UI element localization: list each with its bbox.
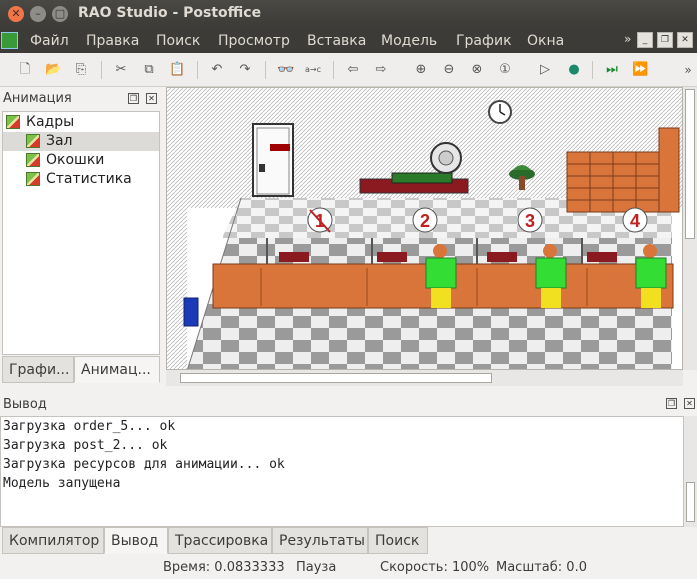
output-panel-title: Вывод: [3, 397, 47, 412]
close-window-button[interactable]: ✕: [8, 6, 24, 22]
output-log[interactable]: Загрузка order_5... ok Загрузка post_2..…: [0, 416, 684, 527]
menu-view[interactable]: Просмотр: [218, 33, 290, 49]
output-panel-close-button[interactable]: ✕: [684, 398, 695, 409]
menu-search[interactable]: Поиск: [156, 33, 200, 49]
animation-canvas[interactable]: 1 2 3 4: [166, 87, 683, 370]
frame-icon: [26, 172, 40, 186]
tab-animation[interactable]: Анимац...: [74, 356, 160, 383]
zoom-reset-icon[interactable]: ①: [497, 62, 513, 78]
tab-search[interactable]: Поиск: [368, 527, 428, 554]
mdi-close-button[interactable]: ✕: [677, 32, 693, 48]
toolbar-overflow-icon[interactable]: »: [680, 62, 696, 78]
output-line: Загрузка ресурсов для анимации... ok: [3, 457, 285, 472]
stop-icon[interactable]: ●: [566, 62, 582, 78]
svg-text:4: 4: [630, 211, 640, 231]
paste-icon[interactable]: 📋: [169, 62, 185, 78]
undo-icon[interactable]: ↶: [209, 62, 225, 78]
window-title: RAO Studio - Postoffice: [78, 5, 262, 21]
tab-results[interactable]: Результаты: [272, 527, 368, 554]
frame-icon: [26, 153, 40, 167]
status-speed: Скорость: 100%: [380, 560, 490, 575]
left-panel-tabs: Графи... Анимац...: [2, 356, 160, 384]
find-icon[interactable]: 👓: [277, 62, 294, 78]
new-file-icon[interactable]: 🗋: [17, 62, 33, 78]
tree-item-hall[interactable]: Зал: [3, 132, 159, 151]
zoom-in-icon[interactable]: ⊕: [413, 62, 429, 78]
mdi-minimize-button[interactable]: _: [637, 32, 653, 48]
animation-panel-float-button[interactable]: ❐: [128, 93, 139, 104]
back-icon[interactable]: ⇦: [345, 62, 361, 78]
status-state: Пауза: [296, 560, 337, 575]
svg-text:3: 3: [525, 211, 535, 231]
menu-chart[interactable]: График: [456, 33, 512, 49]
animation-panel-close-button[interactable]: ✕: [146, 93, 157, 104]
zoom-auto-icon[interactable]: ⊗: [469, 62, 485, 78]
copy-icon[interactable]: ⧉: [141, 62, 157, 78]
canvas-vertical-scrollbar[interactable]: [683, 87, 697, 370]
toolbar: 🗋 📂 ⎘ ✂ ⧉ 📋 ↶ ↷ 👓 a→c ⇦ ⇨ ⊕ ⊖ ⊗ ① ▷ ● ⏭ …: [0, 53, 697, 87]
bottom-panel-tabs: Компилятор Вывод Трассировка Результаты …: [2, 527, 432, 555]
mdi-restore-button[interactable]: ❐: [657, 32, 673, 48]
output-scroll-thumb[interactable]: [686, 482, 695, 522]
animation-panel-title: Анимация: [3, 91, 72, 106]
status-scale: Масштаб: 0.0: [496, 560, 587, 575]
svg-text:2: 2: [420, 211, 430, 231]
title-bar: ✕ – □ RAO Studio - Postoffice: [0, 0, 697, 28]
forward-icon[interactable]: ⇨: [373, 62, 389, 78]
menu-edit[interactable]: Правка: [86, 33, 139, 49]
frame-icon: [26, 134, 40, 148]
menu-windows[interactable]: Окна: [527, 33, 564, 49]
cut-icon[interactable]: ✂: [113, 62, 129, 78]
canvas-horizontal-scrollbar[interactable]: [166, 370, 683, 386]
run-icon[interactable]: ▷: [537, 62, 553, 78]
tab-output[interactable]: Вывод: [104, 527, 168, 554]
open-file-icon[interactable]: 📂: [45, 62, 61, 78]
fast-forward-icon[interactable]: ⏭: [604, 62, 620, 78]
tree-item-statistics[interactable]: Статистика: [3, 170, 159, 189]
status-time: Время: 0.0833333: [163, 560, 285, 575]
tab-trace[interactable]: Трассировка: [168, 527, 272, 554]
redo-icon[interactable]: ↷: [237, 62, 253, 78]
output-line: Загрузка order_5... ok: [3, 419, 176, 434]
post-office-scene: 1 2 3 4: [167, 88, 682, 369]
maximize-window-button[interactable]: □: [52, 6, 68, 22]
status-bar: Время: 0.0833333 Пауза Скорость: 100% Ма…: [0, 556, 697, 579]
replace-icon[interactable]: a→c: [305, 62, 321, 78]
menu-file[interactable]: Файл: [30, 33, 69, 49]
tree-item-windows[interactable]: Окошки: [3, 151, 159, 170]
menu-insert[interactable]: Вставка: [307, 33, 366, 49]
output-panel-float-button[interactable]: ❐: [666, 398, 677, 409]
save-all-icon[interactable]: ⎘: [73, 62, 89, 78]
output-vertical-scrollbar[interactable]: [684, 416, 697, 527]
tab-charts[interactable]: Графи...: [2, 356, 74, 383]
zoom-out-icon[interactable]: ⊖: [441, 62, 457, 78]
step-icon[interactable]: ⏩: [632, 62, 648, 78]
frames-icon: [6, 115, 20, 129]
tree-item-frames[interactable]: Кадры: [3, 113, 159, 132]
animation-tree: Кадры Зал Окошки Статистика: [2, 111, 160, 355]
menu-overflow-icon[interactable]: »: [624, 32, 631, 46]
menu-bar: Файл Правка Поиск Просмотр Вставка Модел…: [0, 28, 697, 53]
app-icon: [1, 32, 18, 49]
vertical-scroll-thumb[interactable]: [685, 89, 695, 239]
horizontal-scroll-thumb[interactable]: [180, 373, 492, 383]
output-line: Загрузка post_2... ok: [3, 438, 168, 453]
output-line: Модель запущена: [3, 476, 121, 491]
menu-model[interactable]: Модель: [381, 33, 437, 49]
tab-compiler[interactable]: Компилятор: [2, 527, 104, 554]
minimize-window-button[interactable]: –: [30, 6, 46, 22]
